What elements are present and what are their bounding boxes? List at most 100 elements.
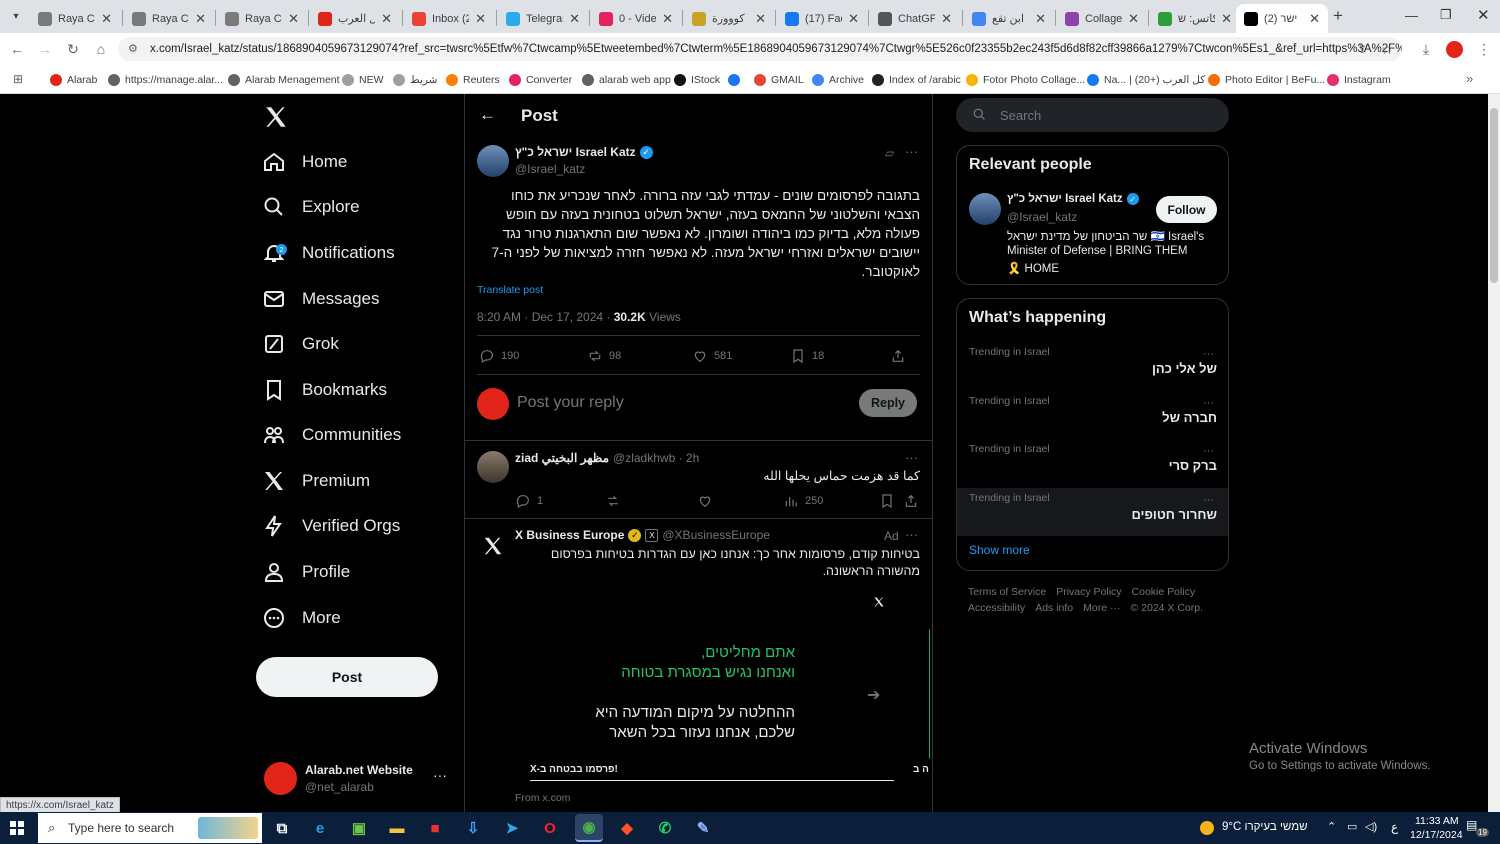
bookmark-item[interactable] <box>728 72 745 88</box>
tab-close-icon[interactable]: ✕ <box>662 11 673 27</box>
nav-item-profile[interactable]: Profile <box>262 552 350 592</box>
relevant-avatar[interactable] <box>969 193 1001 225</box>
browser-tab[interactable]: Raya CM ✕ <box>124 4 214 33</box>
opera-icon[interactable]: O <box>536 814 564 842</box>
ad-avatar[interactable] <box>477 530 509 562</box>
browser-tab[interactable]: كل العرب ✕ <box>310 4 400 33</box>
file-explorer-icon[interactable]: ▬ <box>383 814 411 842</box>
tab-close-icon[interactable]: ✕ <box>569 11 580 27</box>
forward-button[interactable]: → <box>35 39 55 59</box>
browser-tab[interactable]: Inbox (2) ✕ <box>404 4 494 33</box>
tab-close-icon[interactable]: ✕ <box>381 11 392 27</box>
reload-button[interactable]: ↻ <box>63 39 83 59</box>
browser-tab[interactable]: Collage ✕ <box>1057 4 1147 33</box>
whatsapp-icon[interactable]: ✆ <box>651 814 679 842</box>
nav-item-grok[interactable]: Grok <box>262 324 339 364</box>
trend-item[interactable]: Trending in Israel ··· חברה של <box>957 391 1228 439</box>
apps-icon[interactable]: ⊞ <box>13 72 23 86</box>
bookmark-item[interactable]: Archive <box>812 72 864 88</box>
trend-more-icon[interactable]: ··· <box>1203 348 1214 360</box>
profile-avatar[interactable] <box>1446 41 1463 58</box>
bookmark-item[interactable]: Reuters <box>446 72 500 88</box>
ad-author[interactable]: X Business Europe <box>515 528 624 542</box>
minimize-button[interactable]: — <box>1405 8 1418 23</box>
author-handle[interactable]: @Israel_katz <box>515 162 585 176</box>
tab-close-icon[interactable]: ✕ <box>848 11 859 27</box>
downloader-icon[interactable]: ⇩ <box>459 814 487 842</box>
grok-explain-icon[interactable]: ▱ <box>885 146 894 160</box>
reply-bookmark-action[interactable] <box>879 493 903 509</box>
browser-tab[interactable]: ابن تقع ✕ <box>964 4 1054 33</box>
back-button[interactable]: ← <box>7 39 27 59</box>
ad-handle[interactable]: @XBusinessEurope <box>662 528 770 542</box>
translate-link[interactable]: Translate post <box>477 284 543 296</box>
reply-avatar[interactable] <box>477 451 509 483</box>
tab-close-icon[interactable]: ✕ <box>1221 11 1232 27</box>
browser-tab[interactable]: Telegram ✕ <box>498 4 588 33</box>
brave-icon[interactable]: ◆ <box>613 814 641 842</box>
account-more-icon[interactable]: ··· <box>433 767 447 783</box>
media-app-icon[interactable]: ■ <box>421 814 449 842</box>
footer-link[interactable]: More ··· <box>1083 600 1120 616</box>
tab-close-icon[interactable]: ✕ <box>1309 11 1320 27</box>
nav-item-bookmarks[interactable]: Bookmarks <box>262 370 387 410</box>
reply-views-action[interactable]: 250 <box>783 493 879 509</box>
tab-close-icon[interactable]: ✕ <box>101 11 112 27</box>
clock-date[interactable]: 12/17/2024 <box>1410 829 1463 841</box>
reply-like-action[interactable] <box>697 493 783 509</box>
reply-input[interactable]: Post your reply <box>517 394 847 412</box>
tab-close-icon[interactable]: ✕ <box>1128 11 1139 27</box>
store-icon[interactable]: ▣ <box>345 814 373 842</box>
bookmark-item[interactable]: Index of /arabic <box>872 72 961 88</box>
trend-more-icon[interactable]: ··· <box>1203 494 1214 506</box>
compose-post-button[interactable]: Post <box>256 657 438 697</box>
reply-handle[interactable]: @zladkhwb · 2h <box>613 451 699 465</box>
bookmarks-overflow-icon[interactable]: » <box>1466 71 1473 86</box>
site-info-icon[interactable]: ⚙ <box>128 42 138 55</box>
home-button[interactable]: ⌂ <box>91 39 111 59</box>
trend-item[interactable]: Trending in Israel ··· של אלי כהן <box>957 342 1228 390</box>
start-button[interactable] <box>10 821 24 835</box>
edge-icon[interactable]: e <box>306 814 334 842</box>
nav-item-explore[interactable]: Explore <box>262 187 360 227</box>
bookmark-action[interactable]: 18 <box>790 348 890 364</box>
browser-tab[interactable]: (17) Face ✕ <box>777 4 867 33</box>
footer-link[interactable]: © 2024 X Corp. <box>1130 600 1203 616</box>
footer-link[interactable]: Cookie Policy <box>1132 584 1196 600</box>
maximize-button[interactable]: ❐ <box>1440 7 1452 23</box>
bookmark-item[interactable]: NEW <box>342 72 384 88</box>
reply-button[interactable]: Reply <box>859 389 917 417</box>
bookmark-item[interactable]: https://manage.alar... <box>108 72 223 88</box>
new-tab-button[interactable]: + <box>1333 6 1343 26</box>
tab-close-icon[interactable]: ✕ <box>195 11 206 27</box>
nav-item-notifications[interactable]: 2 Notifications <box>262 233 395 273</box>
browser-tab[interactable]: كووورة ✕ <box>684 4 774 33</box>
footer-link[interactable]: Accessibility <box>968 600 1025 616</box>
url-input[interactable]: ⚙ x.com/Israel_katz/status/1868904059673… <box>118 37 1402 61</box>
browser-tab[interactable]: ChatGPT ✕ <box>870 4 960 33</box>
ad-more-icon[interactable]: ··· <box>905 527 918 542</box>
reply-action[interactable]: 190 <box>479 348 587 364</box>
weather-icon[interactable] <box>1200 821 1214 835</box>
account-switcher[interactable]: Alarab.net Website @net_alarab ··· <box>263 759 463 799</box>
bookmark-item[interactable]: alarab web app <box>582 72 671 88</box>
install-app-icon[interactable]: ⇪ <box>1352 39 1372 59</box>
tab-close-icon[interactable]: ✕ <box>475 11 486 27</box>
task-view-icon[interactable]: ⧉ <box>268 814 296 842</box>
trend-item[interactable]: Trending in Israel ··· ברק סרי <box>957 439 1228 487</box>
browser-tab[interactable]: Raya CM ✕ <box>217 4 307 33</box>
reply-more-icon[interactable]: ··· <box>905 450 918 465</box>
page-scrollbar[interactable] <box>1488 94 1500 812</box>
ad-source[interactable]: From x.com <box>515 792 570 804</box>
search-box[interactable]: Search <box>956 98 1229 132</box>
footer-link[interactable]: Privacy Policy <box>1056 584 1121 600</box>
nav-item-premium[interactable]: Premium <box>262 461 370 501</box>
tray-chevron-icon[interactable]: ⌃ <box>1327 820 1336 833</box>
bookmark-item[interactable]: Alarab Menagement <box>228 72 340 88</box>
bookmark-star-icon[interactable]: ☆ <box>1377 39 1397 59</box>
bookmark-item[interactable]: Alarab <box>50 72 97 88</box>
bookmark-item[interactable]: Photo Editor | BeFu... <box>1208 72 1325 88</box>
author-avatar[interactable] <box>477 145 509 177</box>
tab-close-icon[interactable]: ✕ <box>755 11 766 27</box>
x-logo-icon[interactable] <box>263 104 289 130</box>
